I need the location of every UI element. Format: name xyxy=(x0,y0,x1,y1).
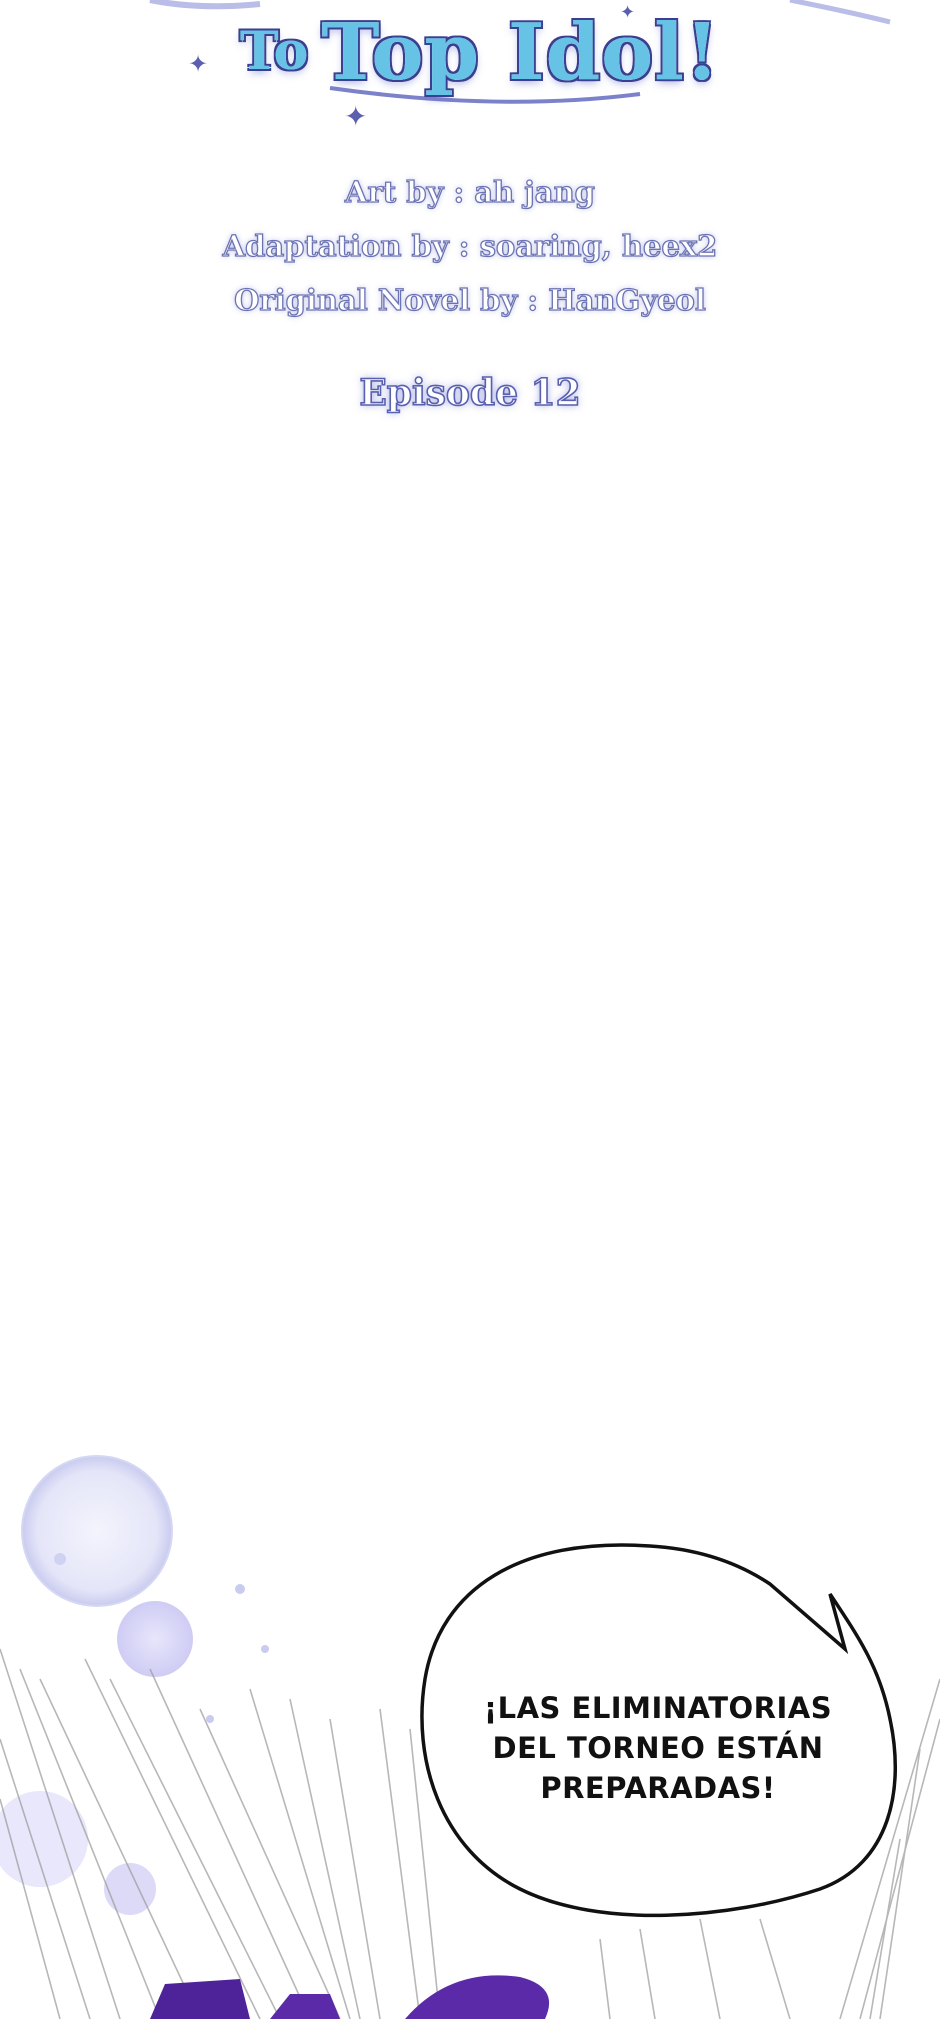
sfx-lettering xyxy=(405,1975,550,2019)
decor-bubble xyxy=(21,1455,173,1607)
episode-label: Episode 12 xyxy=(359,371,582,415)
speech-bubble-text: ¡LAS ELIMINATORIAS DEL TORNEO ESTÁN PREP… xyxy=(448,1688,868,1808)
sparkle-icon: ✦ xyxy=(188,50,209,78)
sparkle-icon: ✦ xyxy=(344,100,368,133)
sparkle-icon: ✦ xyxy=(620,2,636,23)
credit-art: Art by : ah jang xyxy=(344,174,595,209)
series-title-main: Top Idol! xyxy=(321,7,721,98)
sfx-lettering xyxy=(270,1994,340,2019)
decor-bubble xyxy=(117,1601,193,1677)
credit-adaptation: Adaptation by : soaring, heex2 xyxy=(222,228,718,263)
decor-bubble xyxy=(54,1553,66,1565)
speech-line-3: PREPARADAS! xyxy=(540,1771,776,1805)
series-title: To Top Idol! xyxy=(230,14,730,92)
sfx-lettering xyxy=(150,1979,250,2019)
decor-bubble xyxy=(206,1715,214,1723)
comic-page: To Top Idol! ✦ ✦ ✦ Art by : ah jang Adapt… xyxy=(0,0,940,2019)
series-title-prefix: To xyxy=(239,21,310,82)
speech-line-1: ¡LAS ELIMINATORIAS xyxy=(483,1691,833,1725)
speech-line-2: DEL TORNEO ESTÁN xyxy=(492,1731,824,1765)
credits-block: Art by : ah jang Adaptation by : soaring… xyxy=(0,165,940,327)
decor-bubble xyxy=(235,1584,245,1594)
series-title-logo: To Top Idol! xyxy=(230,0,730,120)
credit-original-novel: Original Novel by : HanGyeol xyxy=(233,282,706,317)
decor-bubble xyxy=(261,1645,269,1653)
